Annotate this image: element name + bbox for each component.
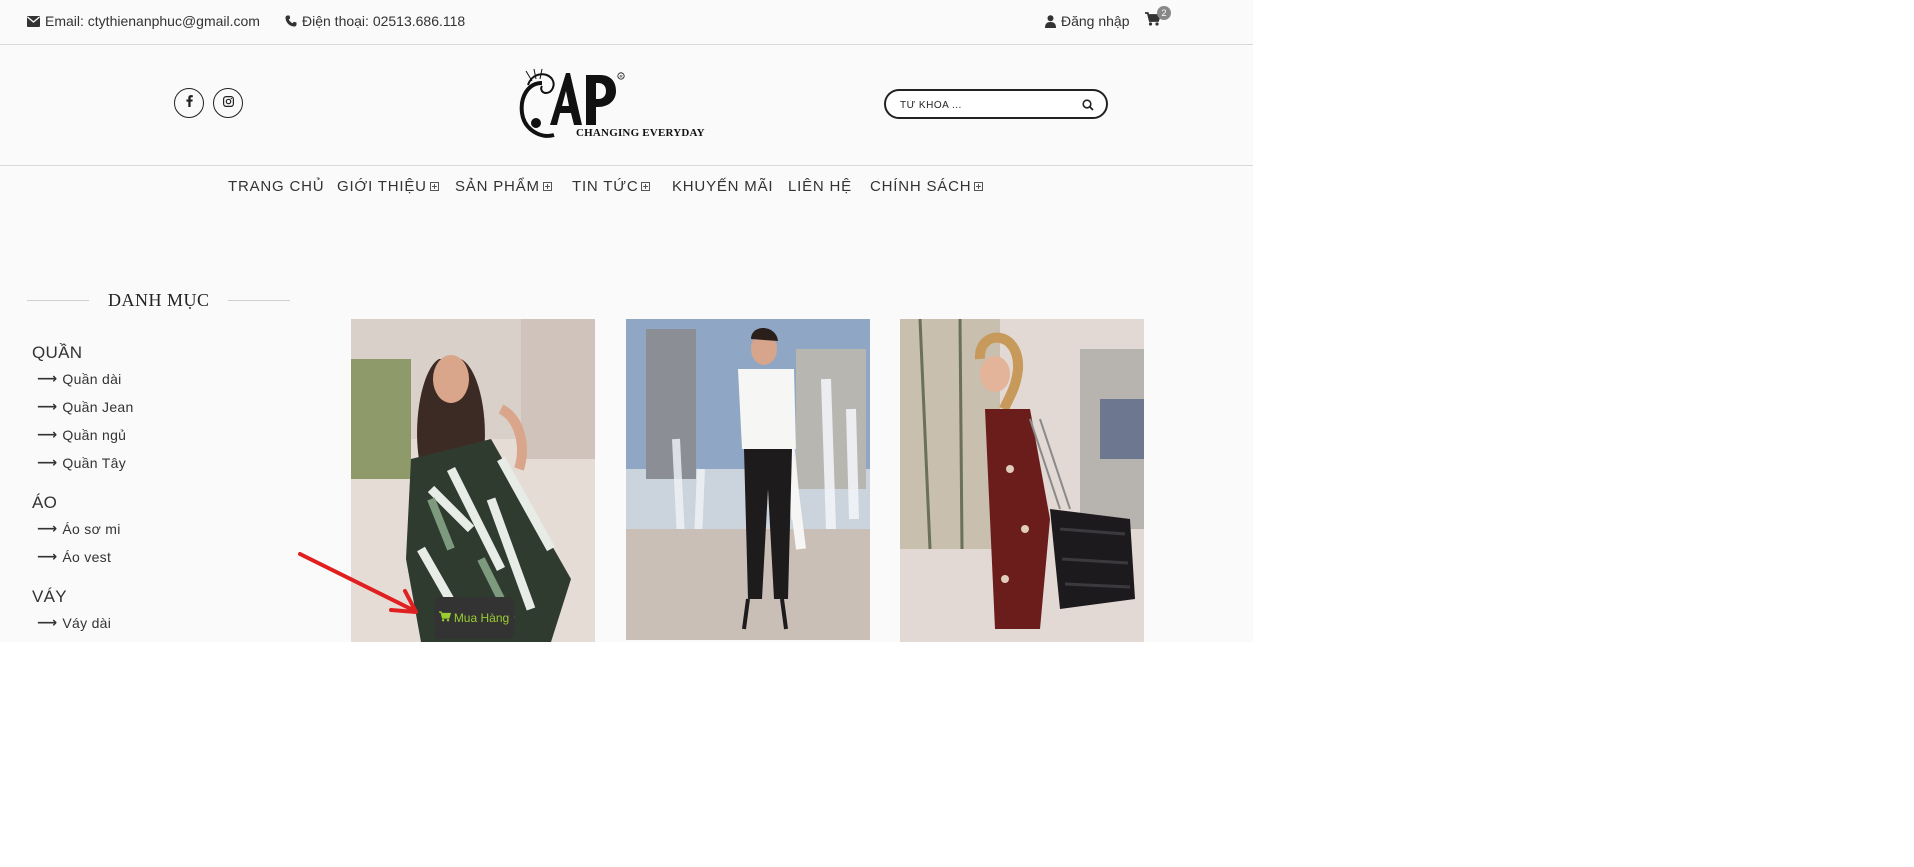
annotation-arrow-icon [298, 552, 418, 614]
plus-square-icon [974, 182, 984, 191]
site-logo[interactable]: R CHANGING EVERYDAY [512, 63, 705, 145]
arrow-right-icon: ⟶ [37, 426, 58, 442]
phone-icon [285, 15, 297, 27]
plus-square-icon [542, 182, 552, 191]
sidebar-item-label: Áo sơ mi [62, 520, 121, 537]
divider [228, 300, 290, 301]
plus-square-icon [641, 182, 651, 191]
nav-label: LIÊN HỆ [788, 178, 852, 195]
product-card-red-dress[interactable] [900, 319, 1144, 642]
nav-label: SẢN PHẨM [455, 178, 540, 195]
arrow-right-icon: ⟶ [37, 370, 58, 386]
sidebar-item-label: Áo vest [62, 548, 112, 565]
arrow-right-icon: ⟶ [37, 614, 58, 630]
shopping-cart-icon [438, 611, 451, 625]
nav-label: TIN TỨC [572, 178, 639, 195]
phone-contact[interactable]: Điện thoại: 02513.686.118 [285, 13, 465, 29]
cart-button[interactable]: 2 [1145, 6, 1171, 26]
search-box [884, 89, 1108, 119]
nav-label: KHUYẾN MÃI [672, 178, 774, 195]
main-navigation: TRANG CHỦ GIỚI THIỆU SẢN PHẨM TIN TỨC KH… [0, 178, 1253, 200]
sidebar-item-label: Quần ngủ [62, 426, 127, 443]
top-bar: Email: ctythienanphuc@gmail.com Điện tho… [0, 0, 1253, 45]
nav-label: GIỚI THIỆU [337, 178, 427, 195]
nav-item-khuyen-mai[interactable]: KHUYẾN MÃI [672, 178, 773, 195]
search-icon[interactable] [1082, 98, 1094, 116]
nav-item-trang-chu[interactable]: TRANG CHỦ [228, 178, 324, 195]
category-heading-ao[interactable]: ÁO [32, 493, 57, 513]
phone-text: Điện thoại: 02513.686.118 [302, 13, 466, 29]
sidebar-item-quan-tay[interactable]: ⟶ Quần Tây [37, 454, 126, 471]
website-page: Email: ctythienanphuc@gmail.com Điện tho… [0, 0, 1253, 642]
cart-count-badge: 2 [1157, 6, 1171, 20]
divider [27, 300, 89, 301]
user-icon [1045, 14, 1056, 28]
facebook-button[interactable] [174, 88, 204, 118]
category-heading-quan[interactable]: QUẦN [32, 343, 82, 363]
product-photo [900, 319, 1144, 642]
product-card-white-top-black-pants[interactable] [626, 319, 870, 640]
shopping-cart-icon: 2 [1145, 6, 1171, 26]
nav-item-chinh-sach[interactable]: CHÍNH SÁCH [870, 178, 984, 195]
email-text: Email: ctythienanphuc@gmail.com [45, 13, 260, 29]
nav-item-lien-he[interactable]: LIÊN HỆ [788, 178, 852, 195]
sidebar-item-label: Váy dài [62, 614, 112, 631]
arrow-right-icon: ⟶ [37, 520, 58, 536]
site-header: R CHANGING EVERYDAY [0, 45, 1253, 166]
nav-label: TRANG CHỦ [228, 178, 325, 195]
sidebar-item-label: Quần Jean [62, 398, 134, 415]
logo-tagline: CHANGING EVERYDAY [576, 127, 705, 139]
search-input[interactable] [898, 95, 1072, 115]
sidebar-item-vay-dai[interactable]: ⟶ Váy dài [37, 614, 111, 631]
buy-label: Mua Hàng [453, 611, 510, 625]
sidebar-title: DANH MỤC [108, 290, 210, 310]
plus-square-icon [429, 182, 439, 191]
email-contact[interactable]: Email: ctythienanphuc@gmail.com [27, 13, 260, 29]
envelope-icon [27, 15, 40, 27]
nav-item-san-pham[interactable]: SẢN PHẨM [455, 178, 552, 195]
login-link[interactable]: Đăng nhập [1045, 13, 1130, 29]
sidebar-item-label: Quần Tây [62, 454, 126, 471]
arrow-right-icon: ⟶ [37, 454, 58, 470]
sidebar-item-ao-so-mi[interactable]: ⟶ Áo sơ mi [37, 520, 121, 537]
sidebar-item-ao-vest[interactable]: ⟶ Áo vest [37, 548, 111, 565]
sidebar-item-label: Quần dài [62, 370, 122, 387]
login-text: Đăng nhập [1061, 13, 1130, 29]
instagram-icon [222, 94, 234, 112]
sidebar-item-quan-dai[interactable]: ⟶ Quần dài [37, 370, 122, 387]
sidebar-item-quan-jean[interactable]: ⟶ Quần Jean [37, 398, 134, 415]
facebook-icon [185, 94, 193, 112]
arrow-right-icon: ⟶ [37, 398, 58, 414]
product-photo [626, 319, 870, 640]
buy-button[interactable]: Mua Hàng [434, 597, 514, 639]
nav-label: CHÍNH SÁCH [870, 178, 972, 195]
arrow-right-icon: ⟶ [37, 548, 58, 564]
nav-item-gioi-thieu[interactable]: GIỚI THIỆU [337, 178, 439, 195]
instagram-button[interactable] [213, 88, 243, 118]
nav-item-tin-tuc[interactable]: TIN TỨC [572, 178, 651, 195]
category-heading-vay[interactable]: VÁY [32, 587, 67, 607]
sidebar-item-quan-ngu[interactable]: ⟶ Quần ngủ [37, 426, 126, 443]
